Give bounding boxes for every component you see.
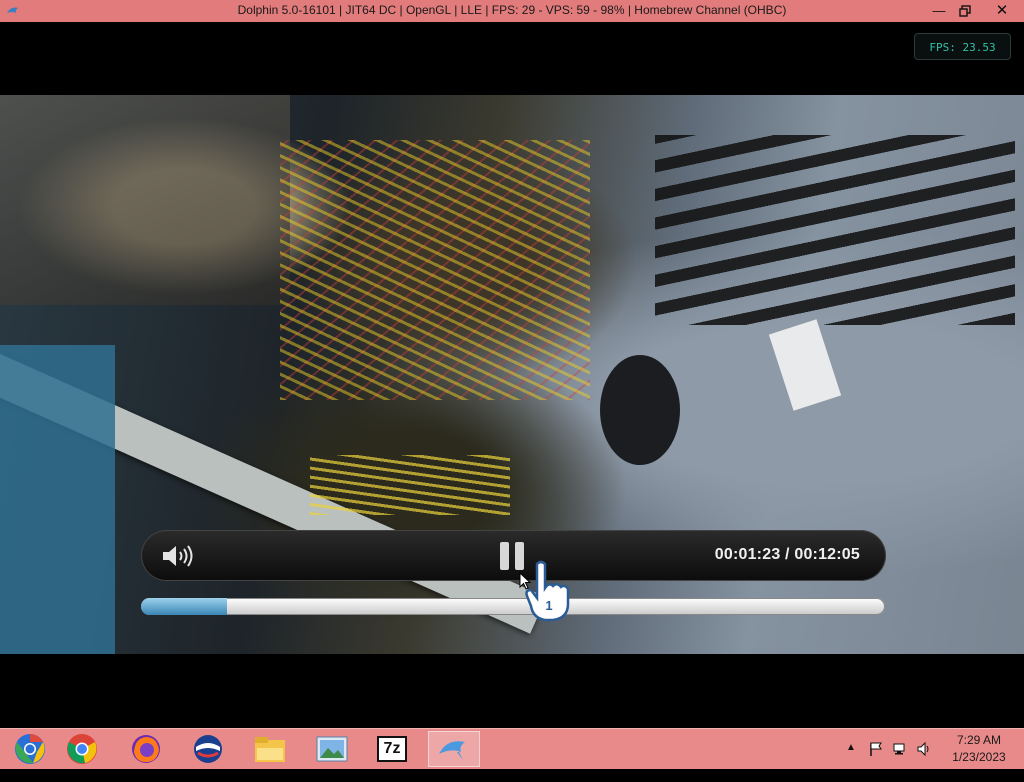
volume-icon[interactable]: [916, 741, 932, 757]
pause-button[interactable]: [498, 542, 526, 570]
taskbar-obs[interactable]: [182, 731, 234, 767]
video-scene-bracket: [0, 345, 115, 654]
clock-date: 1/23/2023: [952, 750, 1006, 764]
player-control-bar: 00:01:23 / 00:12:05: [141, 530, 886, 581]
obs-icon: [194, 735, 222, 763]
video-scene-hole: [600, 355, 680, 465]
seek-bar[interactable]: [141, 598, 885, 615]
restore-icon: [959, 5, 971, 17]
maximize-button[interactable]: [951, 0, 979, 22]
chrome-icon: [67, 734, 97, 764]
taskbar-file-explorer[interactable]: [244, 731, 296, 767]
minimize-button[interactable]: —: [925, 0, 953, 22]
title-bar: Dolphin 5.0-16101 | JIT64 DC | OpenGL | …: [0, 0, 1024, 22]
pause-icon: [500, 542, 509, 570]
video-scene-label: [768, 319, 842, 411]
taskbar-firefox[interactable]: [120, 731, 172, 767]
firefox-icon: [132, 735, 160, 763]
taskbar-chrome[interactable]: [56, 731, 108, 767]
video-scene-wires-lower: [310, 455, 510, 515]
minimize-icon: —: [932, 3, 946, 18]
clock-time: 7:29 AM: [956, 733, 1002, 747]
photos-icon: [316, 736, 348, 762]
taskbar-clock[interactable]: 7:29 AM 1/23/2023: [940, 732, 1018, 766]
flag-icon[interactable]: [868, 741, 884, 757]
wiimote-hand-cursor-icon: 1: [525, 560, 570, 622]
taskbar-photos[interactable]: [306, 731, 358, 767]
7zip-icon-text: 7z: [383, 740, 401, 757]
file-explorer-icon: [255, 737, 285, 762]
close-icon: ✕: [995, 2, 1009, 19]
dolphin-icon: [439, 741, 465, 760]
seek-bar-progress: [141, 598, 227, 615]
chrome-beta-icon: [15, 734, 45, 764]
taskbar: 7z ▲ 7:29 AM 1/23/2023: [0, 728, 1024, 769]
taskbar-chrome-beta[interactable]: [4, 731, 56, 767]
video-scene-wires: [280, 140, 590, 400]
close-button[interactable]: ✕: [987, 0, 1017, 22]
speaker-icon[interactable]: [161, 544, 197, 568]
window-title: Dolphin 5.0-16101 | JIT64 DC | OpenGL | …: [237, 3, 787, 17]
timecode: 00:01:23 / 00:12:05: [714, 546, 860, 563]
cursor-player-number: 1: [545, 598, 552, 613]
mouse-pointer-icon: [519, 572, 531, 590]
show-hidden-icons-button[interactable]: ▲: [846, 742, 856, 782]
network-icon[interactable]: [892, 741, 908, 757]
video-scene-cables: [655, 135, 1015, 325]
video-scene-psu: [0, 95, 290, 305]
taskbar-dolphin[interactable]: [428, 731, 480, 767]
taskbar-7zip[interactable]: 7z: [366, 731, 418, 767]
7zip-icon: 7z: [377, 736, 407, 762]
fps-overlay: FPS: 23.53: [914, 33, 1011, 60]
